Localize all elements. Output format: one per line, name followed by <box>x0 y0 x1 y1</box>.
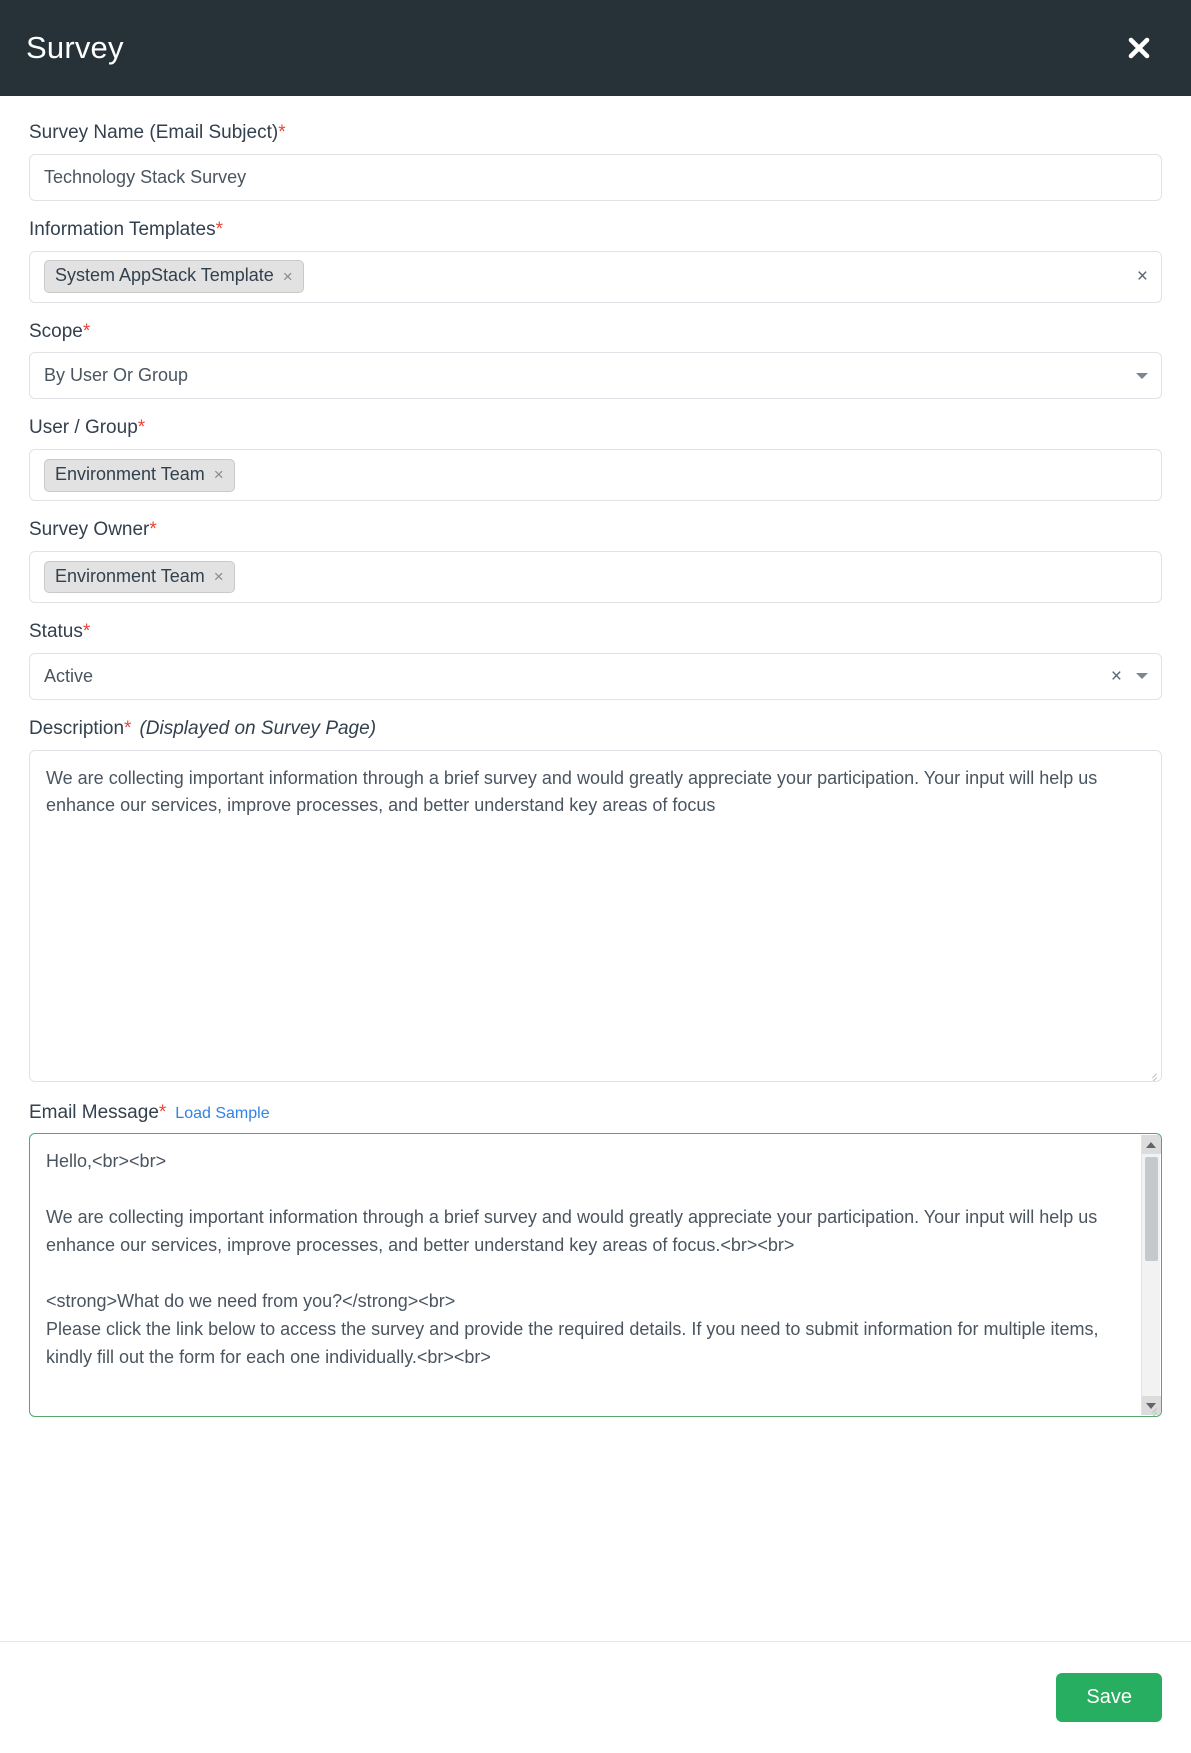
description-value: We are collecting important information … <box>46 767 1103 816</box>
description-textarea[interactable]: We are collecting important information … <box>29 749 1162 1082</box>
save-button[interactable]: Save <box>1056 1673 1162 1722</box>
label-description-text: Description <box>29 717 125 739</box>
label-user-group: User / Group * <box>29 417 1162 440</box>
tag-chip[interactable]: System AppStack Template × <box>44 260 304 293</box>
required-marker: * <box>149 519 157 541</box>
label-scope: Scope * <box>29 321 1162 344</box>
survey-name-input[interactable]: Technology Stack Survey <box>29 153 1162 201</box>
information-templates-select[interactable]: System AppStack Template × × <box>29 250 1162 303</box>
tag-label: Environment Team <box>55 565 205 586</box>
field-email-message: Email Message * Load Sample Hello,<br><br>… <box>29 1102 1162 1418</box>
label-status: Status * <box>29 621 1162 644</box>
required-marker: * <box>124 717 132 739</box>
tag-remove-icon[interactable]: × <box>283 268 293 285</box>
page-title: Survey <box>26 30 124 65</box>
tag-label: Environment Team <box>55 463 205 484</box>
label-description-note: (Displayed on Survey Page) <box>139 717 377 739</box>
email-message-textarea[interactable]: Hello,<br><br> We are collecting importa… <box>29 1133 1162 1418</box>
modal-body: Survey Name (Email Subject) * Technology … <box>0 96 1191 1418</box>
field-user-group: User / Group * Environment Team × <box>29 417 1162 502</box>
information-templates-controls: × <box>1137 252 1148 302</box>
field-survey-name: Survey Name (Email Subject) * Technology … <box>29 122 1162 201</box>
field-information-templates: Information Templates * System AppStack T… <box>29 219 1162 303</box>
chevron-down-icon[interactable] <box>1136 673 1148 680</box>
clear-icon[interactable]: × <box>1111 667 1122 686</box>
tag-chip[interactable]: Environment Team × <box>44 458 235 492</box>
label-description: Description * (Displayed on Survey Page) <box>29 718 1162 741</box>
modal-footer: Save <box>0 1641 1191 1753</box>
scroll-up-icon[interactable] <box>1141 1135 1161 1155</box>
resize-handle-icon[interactable] <box>1144 1400 1158 1414</box>
scope-value: By User Or Group <box>44 365 189 386</box>
tag-chip[interactable]: Environment Team × <box>44 560 235 594</box>
label-status-text: Status <box>29 620 83 642</box>
survey-name-value: Technology Stack Survey <box>44 166 247 187</box>
required-marker: * <box>82 320 91 342</box>
survey-owner-select[interactable]: Environment Team × <box>29 550 1162 603</box>
required-marker: * <box>278 122 286 143</box>
label-survey-owner: Survey Owner * <box>29 519 1162 542</box>
required-marker: * <box>82 620 91 642</box>
required-marker: * <box>215 218 223 240</box>
user-group-select[interactable]: Environment Team × <box>29 449 1162 502</box>
scrollbar-thumb[interactable] <box>1144 1157 1158 1262</box>
status-value: Active <box>44 665 94 686</box>
scope-controls <box>1136 353 1148 398</box>
label-survey-name: Survey Name (Email Subject) * <box>29 122 1162 145</box>
load-sample-link[interactable]: Load Sample <box>175 1104 269 1123</box>
label-survey-owner-text: Survey Owner <box>29 519 150 541</box>
required-marker: * <box>158 1101 167 1123</box>
label-survey-name-text: Survey Name (Email Subject) <box>29 122 279 143</box>
tag-remove-icon[interactable]: × <box>214 466 224 483</box>
scope-select[interactable]: By User Or Group <box>29 352 1162 400</box>
tag-remove-icon[interactable]: × <box>214 568 224 585</box>
status-select[interactable]: Active × <box>29 652 1162 700</box>
label-email-message: Email Message * Load Sample <box>29 1102 1162 1125</box>
tag-label: System AppStack Template <box>55 265 274 286</box>
field-description: Description * (Displayed on Survey Page) W… <box>29 718 1162 1082</box>
label-email-message-text: Email Message <box>29 1101 159 1123</box>
modal-header: Survey <box>0 0 1191 96</box>
email-message-scrollbar[interactable] <box>1141 1135 1161 1416</box>
required-marker: * <box>137 417 146 439</box>
close-icon[interactable] <box>1119 28 1159 68</box>
email-message-value: Hello,<br><br> We are collecting importa… <box>46 1151 1099 1367</box>
chevron-down-icon[interactable] <box>1136 372 1148 379</box>
clear-icon[interactable]: × <box>1137 267 1148 286</box>
resize-handle-icon[interactable] <box>1144 1065 1158 1079</box>
label-user-group-text: User / Group <box>29 417 138 439</box>
label-scope-text: Scope <box>29 320 83 342</box>
label-information-templates: Information Templates * <box>29 219 1162 242</box>
label-information-templates-text: Information Templates <box>29 218 216 240</box>
field-status: Status * Active × <box>29 621 1162 700</box>
status-controls: × <box>1111 654 1148 699</box>
field-scope: Scope * By User Or Group <box>29 321 1162 400</box>
field-survey-owner: Survey Owner * Environment Team × <box>29 519 1162 603</box>
